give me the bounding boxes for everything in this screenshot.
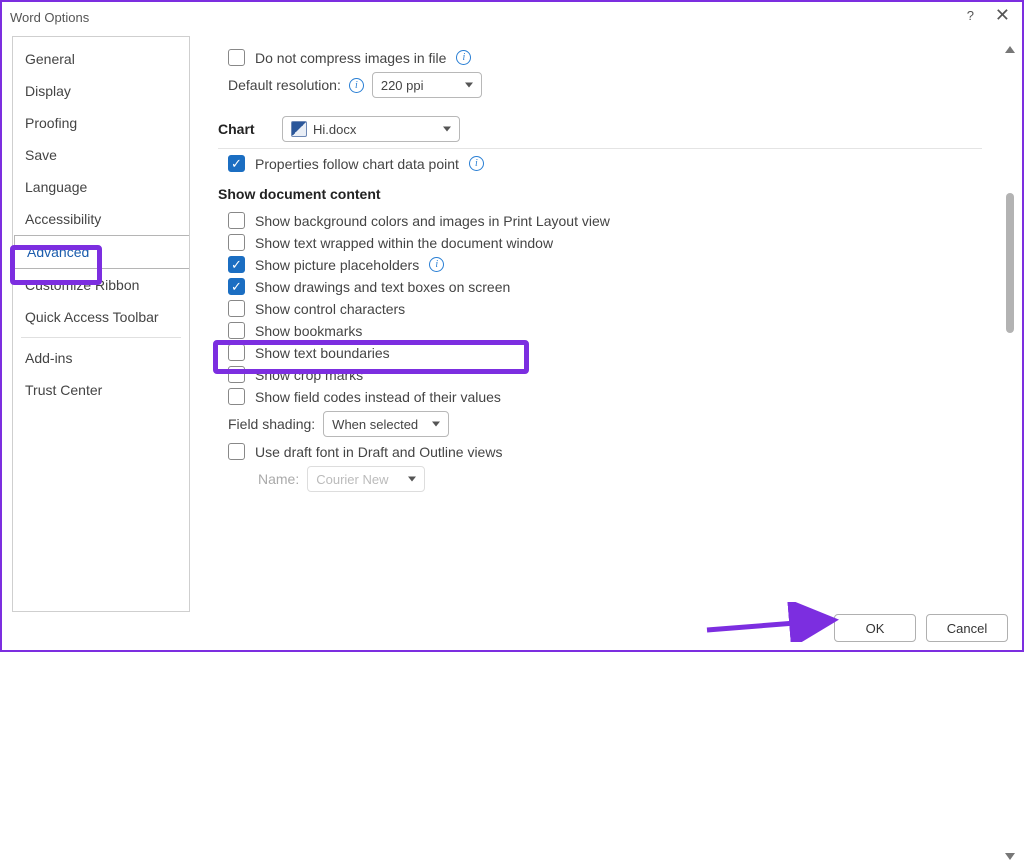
options-sidebar: General Display Proofing Save Language A…	[12, 36, 190, 612]
section-show-document-content: Show document content	[218, 186, 982, 202]
label-text-boundaries: Show text boundaries	[255, 345, 390, 361]
ok-button[interactable]: OK	[834, 614, 916, 642]
sidebar-item-language[interactable]: Language	[13, 171, 189, 203]
scroll-up-icon[interactable]	[1005, 46, 1015, 53]
dialog-body: General Display Proofing Save Language A…	[2, 32, 1022, 612]
label-field-codes: Show field codes instead of their values	[255, 389, 501, 405]
sidebar-separator	[21, 337, 181, 338]
checkbox-bookmarks[interactable]	[228, 322, 245, 339]
checkbox-wrapped[interactable]	[228, 234, 245, 251]
sidebar-item-quick-access-toolbar[interactable]: Quick Access Toolbar	[13, 301, 189, 333]
checkbox-text-boundaries[interactable]	[228, 344, 245, 361]
sidebar-item-save[interactable]: Save	[13, 139, 189, 171]
word-doc-icon	[291, 121, 307, 137]
label-do-not-compress: Do not compress images in file	[255, 50, 446, 66]
checkbox-properties-follow[interactable]: ✓	[228, 155, 245, 172]
label-picture-placeholders: Show picture placeholders	[255, 257, 419, 273]
label-bookmarks: Show bookmarks	[255, 323, 362, 339]
sidebar-item-general[interactable]: General	[13, 43, 189, 75]
sidebar-item-display[interactable]: Display	[13, 75, 189, 107]
checkbox-drawings[interactable]: ✓	[228, 278, 245, 295]
label-font-name: Name:	[258, 471, 299, 487]
checkbox-do-not-compress[interactable]	[228, 49, 245, 66]
sidebar-item-proofing[interactable]: Proofing	[13, 107, 189, 139]
sidebar-item-trust-center[interactable]: Trust Center	[13, 374, 189, 406]
scroll-down-icon[interactable]	[1005, 853, 1015, 860]
sidebar-item-addins[interactable]: Add-ins	[13, 342, 189, 374]
help-icon[interactable]: ?	[967, 8, 974, 23]
sidebar-item-customize-ribbon[interactable]: Customize Ribbon	[13, 269, 189, 301]
info-icon[interactable]: i	[456, 50, 471, 65]
checkbox-field-codes[interactable]	[228, 388, 245, 405]
select-field-shading[interactable]: When selected	[323, 411, 449, 437]
label-crop-marks: Show crop marks	[255, 367, 363, 383]
options-content: Do not compress images in file i Default…	[198, 36, 1012, 612]
dialog-footer: OK Cancel	[834, 614, 1008, 642]
label-wrapped: Show text wrapped within the document wi…	[255, 235, 553, 251]
label-bg-colors: Show background colors and images in Pri…	[255, 213, 610, 229]
info-icon[interactable]: i	[349, 78, 364, 93]
dialog-title: Word Options	[10, 10, 89, 25]
close-icon[interactable]: ✕	[995, 8, 1010, 22]
select-font-name: Courier New	[307, 466, 425, 492]
vertical-scrollbar[interactable]	[1002, 46, 1018, 616]
cancel-button[interactable]: Cancel	[926, 614, 1008, 642]
info-icon[interactable]: i	[469, 156, 484, 171]
select-chart-document[interactable]: Hi.docx	[282, 116, 460, 142]
label-default-resolution: Default resolution:	[228, 77, 341, 93]
label-drawings: Show drawings and text boxes on screen	[255, 279, 510, 295]
checkbox-use-draft-font[interactable]	[228, 443, 245, 460]
label-properties-follow: Properties follow chart data point	[255, 156, 459, 172]
checkbox-bg-colors[interactable]	[228, 212, 245, 229]
checkbox-picture-placeholders[interactable]: ✓	[228, 256, 245, 273]
label-field-shading: Field shading:	[228, 416, 315, 432]
label-use-draft-font: Use draft font in Draft and Outline view…	[255, 444, 502, 460]
checkbox-crop-marks[interactable]	[228, 366, 245, 383]
sidebar-item-accessibility[interactable]: Accessibility	[13, 203, 189, 235]
label-control-chars: Show control characters	[255, 301, 405, 317]
section-chart-label: Chart	[218, 121, 274, 137]
checkbox-control-chars[interactable]	[228, 300, 245, 317]
info-icon[interactable]: i	[429, 257, 444, 272]
section-divider	[218, 148, 982, 149]
select-default-resolution[interactable]: 220 ppi	[372, 72, 482, 98]
titlebar: Word Options ? ✕	[2, 2, 1022, 32]
scroll-thumb[interactable]	[1006, 193, 1014, 333]
sidebar-item-advanced[interactable]: Advanced	[14, 235, 190, 269]
